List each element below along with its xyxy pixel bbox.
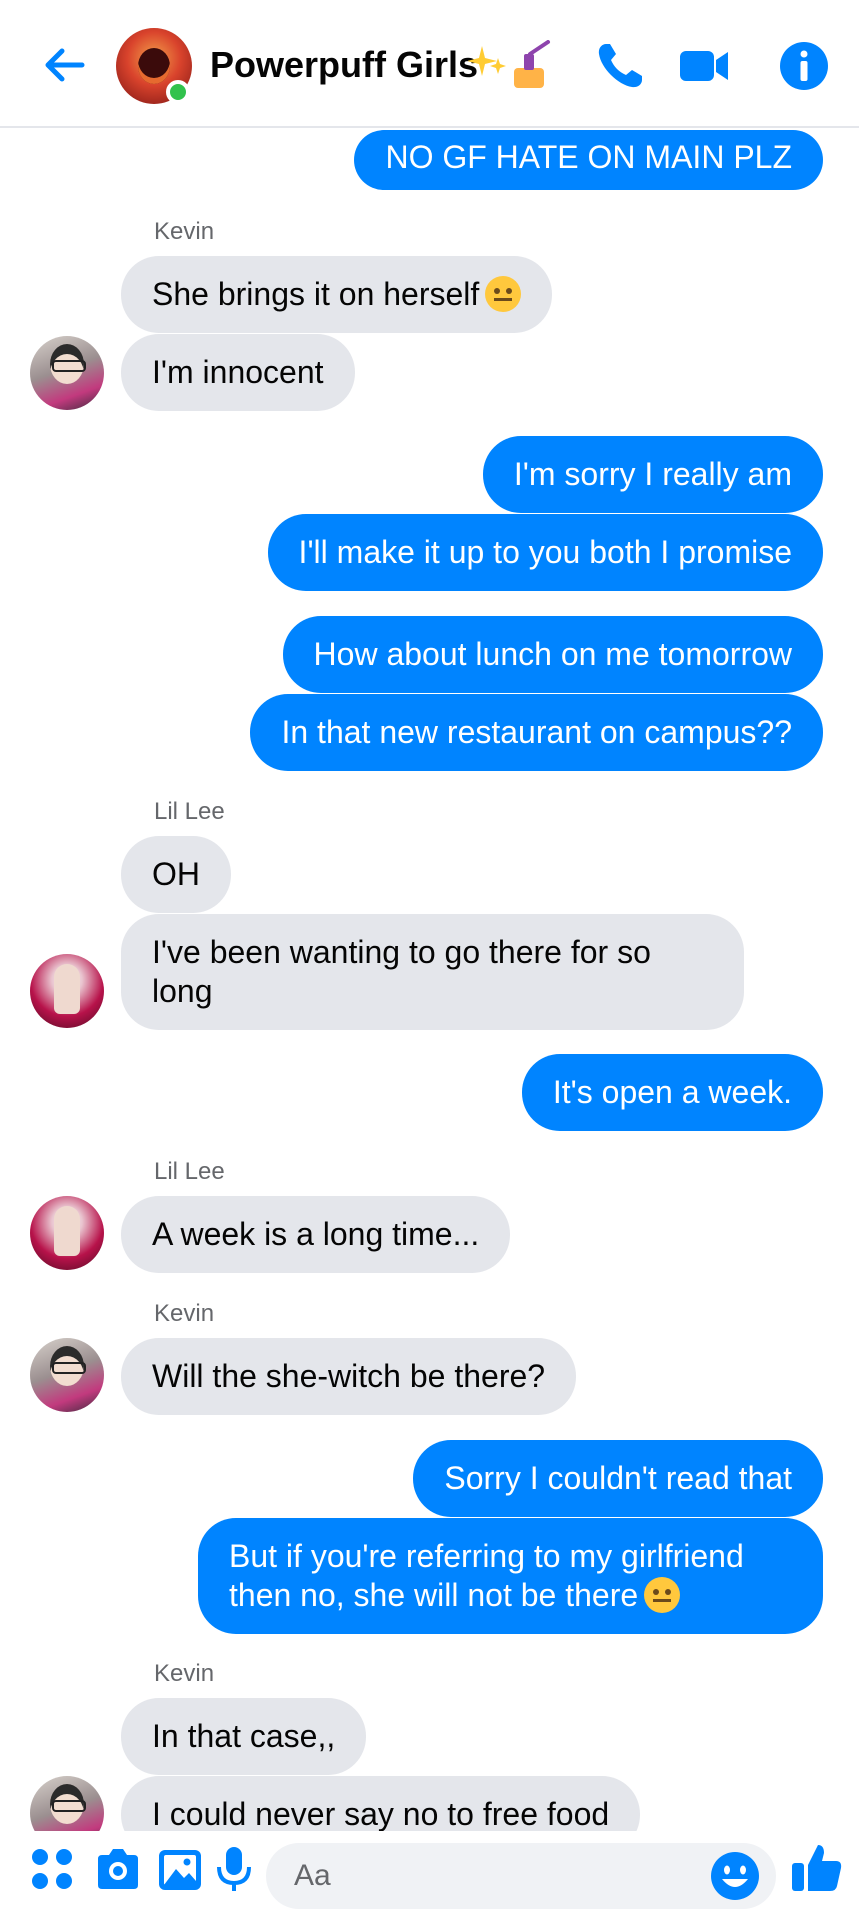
info-icon[interactable] [776,38,832,94]
avatar-kevin[interactable] [30,1338,104,1412]
message-bubble-incoming[interactable]: I've been wanting to go there for so lon… [121,914,744,1030]
message-thread[interactable]: NO GF HATE ON MAIN PLZ Kevin She brings … [0,128,859,1831]
emoji-icon[interactable] [710,1851,760,1901]
message-bubble-incoming[interactable]: I could never say no to free food [121,1776,641,1831]
message-bubble-incoming[interactable]: I'm innocent [121,334,355,411]
sparkles-nail-polish-emoji-icon [468,40,550,88]
message-bubble-incoming[interactable]: Will the she-witch be there? [121,1338,577,1415]
message-bubble-outgoing[interactable]: It's open a week. [521,1054,823,1131]
online-status-indicator [166,80,190,104]
message-bubble-outgoing[interactable]: I'm sorry I really am [482,436,823,513]
message-input[interactable] [266,1843,776,1909]
conversation-title[interactable]: Powerpuff Girls [210,44,478,86]
message-bubble-incoming[interactable]: OH [121,836,231,913]
unamused-face-emoji-icon [485,276,522,312]
apps-icon[interactable] [28,1845,76,1893]
message-bubble-outgoing[interactable]: Sorry I couldn't read that [413,1440,823,1517]
video-camera-icon[interactable] [676,38,732,94]
chat-header: Powerpuff Girls [0,0,859,128]
message-bubble-incoming[interactable]: A week is a long time... [121,1196,511,1273]
thumbs-up-icon[interactable] [790,1841,844,1895]
message-bubble-outgoing[interactable]: NO GF HATE ON MAIN PLZ [354,130,823,190]
message-bubble-incoming[interactable]: She brings it on herself [121,256,553,333]
sender-name: Kevin [154,1300,215,1327]
message-bubble-outgoing[interactable]: In that new restaurant on campus?? [250,694,823,771]
avatar-kevin[interactable] [30,336,104,410]
back-arrow-icon[interactable] [38,38,92,92]
avatar-lil-lee[interactable] [30,1196,104,1270]
sender-name: Lil Lee [154,798,225,825]
avatar-kevin[interactable] [30,1776,104,1831]
message-bubble-incoming[interactable]: In that case,, [121,1698,367,1775]
camera-icon[interactable] [94,1845,142,1893]
message-text: She brings it on herself [152,276,480,312]
message-composer [0,1831,859,1920]
message-bubble-outgoing[interactable]: I'll make it up to you both I promise [267,514,823,591]
sender-name: Kevin [154,218,215,245]
gallery-icon[interactable] [156,1845,204,1893]
message-bubble-outgoing[interactable]: How about lunch on me tomorrow [282,616,823,693]
sender-name: Kevin [154,1660,215,1687]
microphone-icon[interactable] [210,1845,258,1893]
message-bubble-outgoing[interactable]: But if you're referring to my girlfriend… [198,1518,823,1634]
sender-name: Lil Lee [154,1158,225,1185]
avatar-lil-lee[interactable] [30,954,104,1028]
neutral-face-emoji-icon [644,1577,681,1613]
phone-icon[interactable] [592,38,648,94]
